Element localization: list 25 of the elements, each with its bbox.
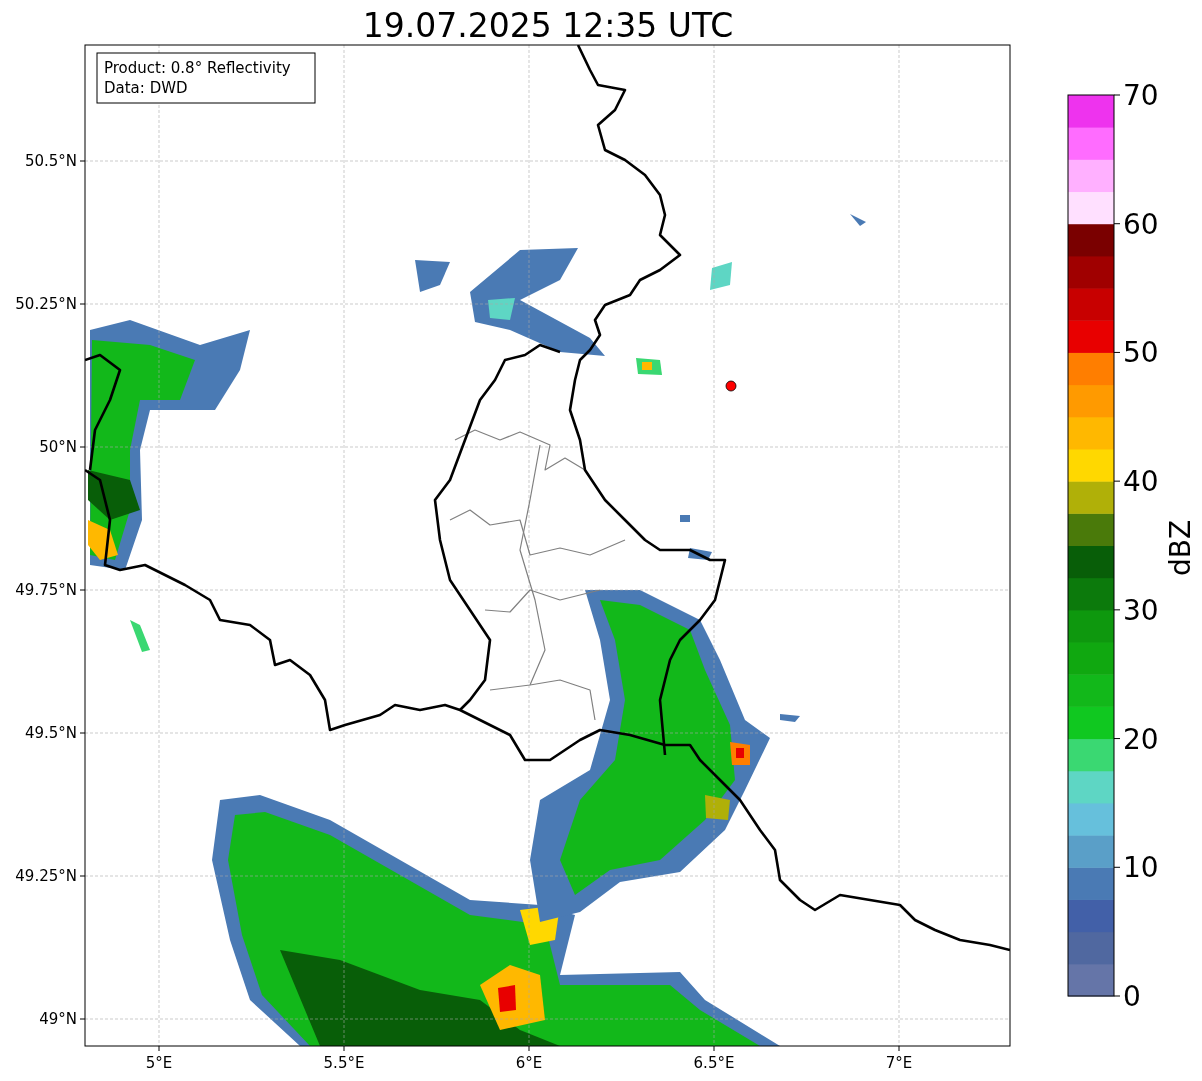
chart-title: 19.07.2025 12:35 UTC: [362, 6, 734, 45]
colorbar-tick-label: 40: [1123, 465, 1159, 499]
axis-tick-label: 50.5°N: [24, 152, 77, 170]
colorbar-tick-label: 20: [1123, 722, 1159, 756]
axis-tick-label: 49°N: [39, 1010, 77, 1028]
axis-tick-label: 6°E: [515, 1054, 543, 1072]
colorbar-tick-label: 0: [1123, 980, 1141, 1013]
colorbar-tick-label: 70: [1123, 79, 1159, 112]
legend-text: Data: DWD: [104, 79, 188, 97]
axis-tick-label: 49.25°N: [15, 867, 77, 885]
radar-site-marker: [725, 380, 737, 392]
legend-text: Product: 0.8° Reflectivity: [104, 59, 291, 77]
axis-tick-label: 6.5°E: [693, 1054, 735, 1072]
colorbar-tick-label: 10: [1123, 851, 1159, 885]
colorbar-label: dBZ: [1164, 519, 1197, 577]
axis-tick-label: 49.75°N: [15, 581, 77, 599]
colorbar-tick-label: 60: [1123, 207, 1159, 241]
axis-tick-label: 49.5°N: [24, 724, 77, 742]
axis-tick-label: 5°E: [145, 1054, 173, 1072]
axis-tick-label: 50°N: [39, 438, 77, 456]
axis-tick-label: 7°E: [885, 1054, 913, 1072]
axis-tick-label: 5.5°E: [323, 1054, 365, 1072]
colorbar-tick-label: 50: [1123, 336, 1159, 370]
colorbar-tick-label: 30: [1123, 593, 1159, 627]
axis-tick-label: 50.25°N: [15, 295, 77, 313]
